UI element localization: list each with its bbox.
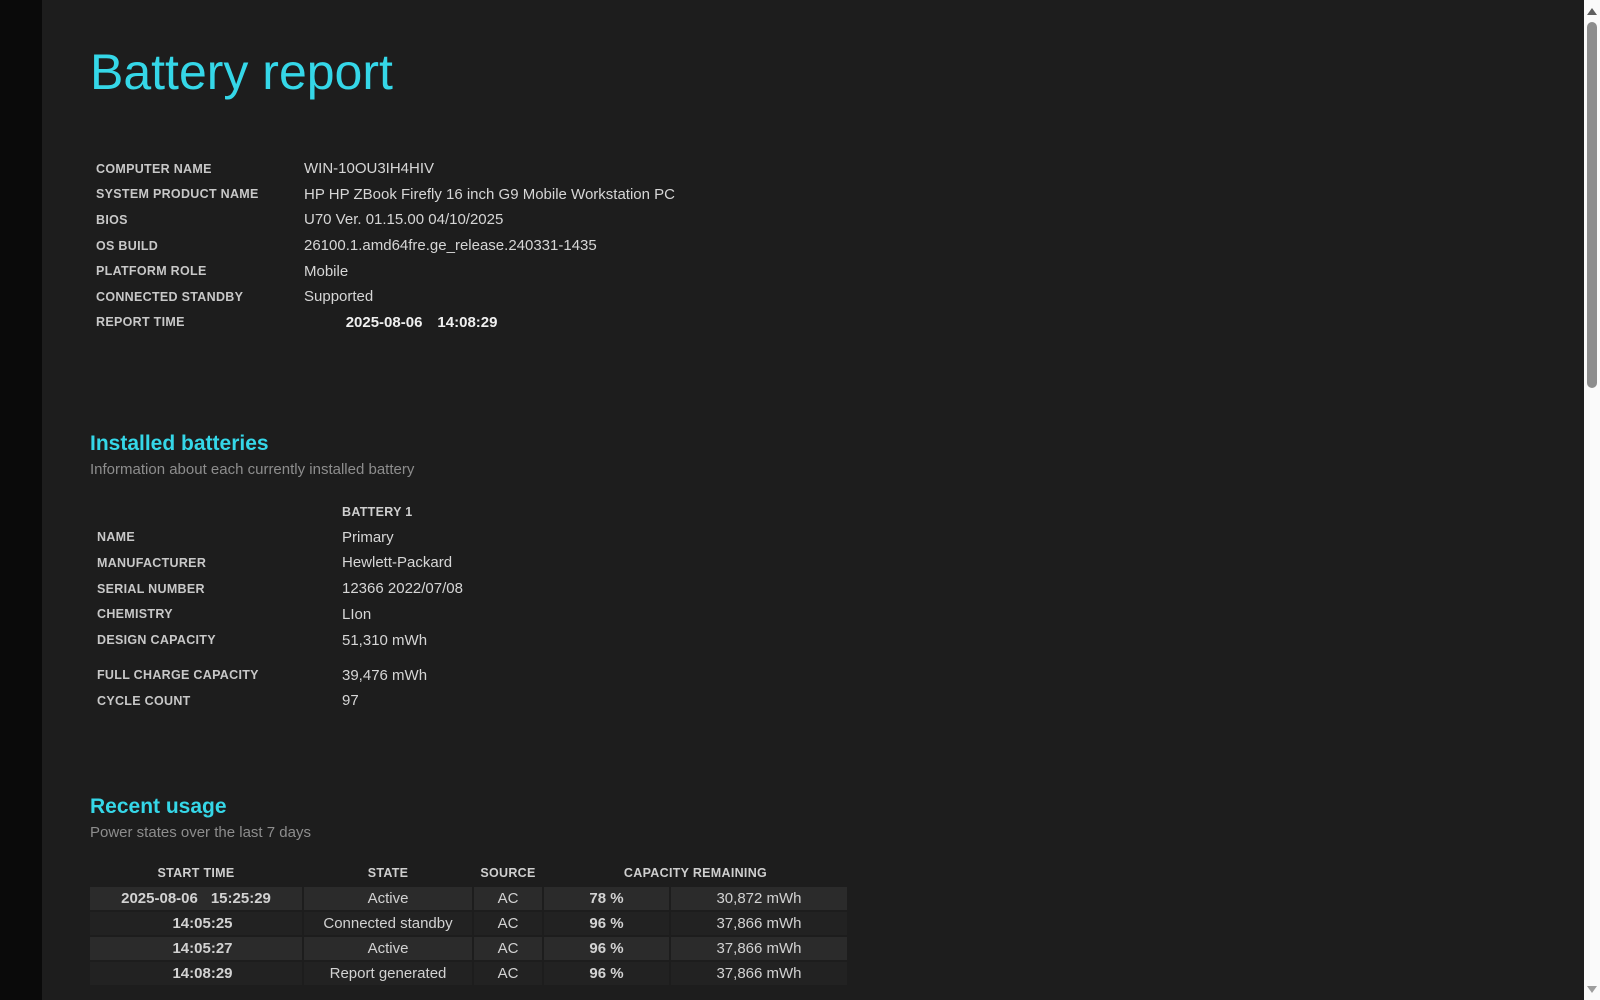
battery-row-serial-number: SERIAL NUMBER 12366 2022/07/08 bbox=[90, 576, 1584, 602]
column-header-capacity-remaining: CAPACITY REMAINING bbox=[544, 861, 847, 885]
cell-date: 2025-08-06 bbox=[121, 890, 198, 907]
table-row: 14:05:27 Active AC 96 % 37,866 mWh bbox=[90, 937, 847, 960]
cell-state: Connected standby bbox=[304, 912, 472, 935]
info-label: OS BUILD bbox=[90, 239, 304, 253]
battery-label: DESIGN CAPACITY bbox=[90, 633, 342, 647]
battery-row-full-charge-capacity: FULL CHARGE CAPACITY 39,476 mWh bbox=[90, 662, 1584, 688]
battery-header-row: BATTERY 1 bbox=[90, 500, 1584, 524]
info-value: Mobile bbox=[304, 263, 348, 280]
battery-value: 39,476 mWh bbox=[342, 667, 427, 684]
installed-batteries-section: Installed batteries Information about ea… bbox=[90, 431, 1584, 714]
cell-percent: 96 % bbox=[544, 912, 669, 935]
recent-usage-heading: Recent usage bbox=[90, 794, 1584, 820]
battery-row-name: NAME Primary bbox=[90, 524, 1584, 550]
battery-row-cycle-count: CYCLE COUNT 97 bbox=[90, 688, 1584, 714]
cell-time: 14:08:29 bbox=[172, 965, 232, 982]
info-value: WIN-10OU3IH4HIV bbox=[304, 160, 434, 177]
battery-value: 12366 2022/07/08 bbox=[342, 580, 463, 597]
battery-row-chemistry: CHEMISTRY LIon bbox=[90, 602, 1584, 628]
report-content: Battery report COMPUTER NAME WIN-10OU3IH… bbox=[42, 42, 1584, 987]
cell-state: Active bbox=[304, 937, 472, 960]
cell-mwh: 37,866 mWh bbox=[671, 962, 847, 985]
battery-label: FULL CHARGE CAPACITY bbox=[90, 668, 342, 682]
chevron-up-icon bbox=[1587, 8, 1597, 15]
table-row: 2025-08-06 15:25:29 Active AC 78 % 30,872… bbox=[90, 887, 847, 910]
scrollbar-thumb[interactable] bbox=[1587, 22, 1597, 388]
info-row-os-build: OS BUILD 26100.1.amd64fre.ge_release.240… bbox=[90, 233, 1584, 259]
cell-time: 15:25:29 bbox=[211, 890, 271, 907]
info-row-computer-name: COMPUTER NAME WIN-10OU3IH4HIV bbox=[90, 156, 1584, 182]
battery-column-header: BATTERY 1 bbox=[342, 505, 413, 519]
battery-row-design-capacity: DESIGN CAPACITY 51,310 mWh bbox=[90, 627, 1584, 653]
table-row: 14:05:25 Connected standby AC 96 % 37,86… bbox=[90, 912, 847, 935]
cell-mwh: 30,872 mWh bbox=[671, 887, 847, 910]
battery-value: LIon bbox=[342, 606, 371, 623]
cell-source: AC bbox=[474, 962, 542, 985]
installed-batteries-heading: Installed batteries bbox=[90, 431, 1584, 457]
cell-time: 14:05:25 bbox=[172, 915, 232, 932]
battery-value: Hewlett-Packard bbox=[342, 554, 452, 571]
info-label: REPORT TIME bbox=[90, 315, 304, 329]
info-label: COMPUTER NAME bbox=[90, 162, 304, 176]
column-header-state: STATE bbox=[304, 861, 472, 885]
info-value: HP HP ZBook Firefly 16 inch G9 Mobile Wo… bbox=[304, 186, 675, 203]
battery-label: SERIAL NUMBER bbox=[90, 582, 342, 596]
info-label: PLATFORM ROLE bbox=[90, 264, 304, 278]
scroll-down-button[interactable] bbox=[1584, 981, 1600, 997]
recent-usage-table: START TIME STATE SOURCE CAPACITY REMAINI… bbox=[88, 859, 849, 987]
battery-label: CYCLE COUNT bbox=[90, 694, 342, 708]
recent-usage-section: Recent usage Power states over the last … bbox=[90, 794, 1584, 987]
table-row: 14:08:29 Report generated AC 96 % 37,866… bbox=[90, 962, 847, 985]
info-row-report-time: REPORT TIME 2025-08-06 14:08:29 bbox=[90, 310, 1584, 336]
cell-time: 14:05:27 bbox=[172, 940, 232, 957]
system-info-table: COMPUTER NAME WIN-10OU3IH4HIV SYSTEM PRO… bbox=[90, 156, 1584, 335]
cell-source: AC bbox=[474, 937, 542, 960]
info-label: BIOS bbox=[90, 213, 304, 227]
cell-mwh: 37,866 mWh bbox=[671, 912, 847, 935]
info-value-report-time: 2025-08-06 14:08:29 bbox=[304, 297, 497, 348]
battery-value: 97 bbox=[342, 692, 359, 709]
installed-batteries-subtitle: Information about each currently install… bbox=[90, 460, 1584, 480]
usage-header-row: START TIME STATE SOURCE CAPACITY REMAINI… bbox=[90, 861, 847, 885]
info-label: CONNECTED STANDBY bbox=[90, 290, 304, 304]
cell-start-time: 14:08:29 bbox=[90, 962, 302, 985]
report-time: 14:08:29 bbox=[437, 314, 497, 331]
battery-info-table: BATTERY 1 NAME Primary MANUFACTURER Hewl… bbox=[90, 500, 1584, 714]
info-value: 26100.1.amd64fre.ge_release.240331-1435 bbox=[304, 237, 597, 254]
info-value: U70 Ver. 01.15.00 04/10/2025 bbox=[304, 211, 503, 228]
vertical-scrollbar[interactable] bbox=[1584, 0, 1600, 1000]
cell-percent: 96 % bbox=[544, 937, 669, 960]
cell-start-time: 14:05:25 bbox=[90, 912, 302, 935]
cell-source: AC bbox=[474, 887, 542, 910]
battery-row-manufacturer: MANUFACTURER Hewlett-Packard bbox=[90, 550, 1584, 576]
cell-start-time: 2025-08-06 15:25:29 bbox=[90, 887, 302, 910]
battery-report-page: Battery report COMPUTER NAME WIN-10OU3IH… bbox=[42, 0, 1584, 1000]
info-row-system-product-name: SYSTEM PRODUCT NAME HP HP ZBook Firefly … bbox=[90, 182, 1584, 208]
battery-value: 51,310 mWh bbox=[342, 632, 427, 649]
recent-usage-subtitle: Power states over the last 7 days bbox=[90, 823, 1584, 843]
chevron-down-icon bbox=[1587, 986, 1597, 993]
column-header-source: SOURCE bbox=[474, 861, 542, 885]
battery-table-gap bbox=[90, 653, 1584, 662]
info-row-platform-role: PLATFORM ROLE Mobile bbox=[90, 258, 1584, 284]
cell-percent: 78 % bbox=[544, 887, 669, 910]
info-row-bios: BIOS U70 Ver. 01.15.00 04/10/2025 bbox=[90, 207, 1584, 233]
battery-label: CHEMISTRY bbox=[90, 607, 342, 621]
cell-mwh: 37,866 mWh bbox=[671, 937, 847, 960]
battery-value: Primary bbox=[342, 529, 394, 546]
page-title: Battery report bbox=[90, 42, 1584, 102]
column-header-start-time: START TIME bbox=[90, 861, 302, 885]
report-date: 2025-08-06 bbox=[346, 314, 423, 331]
info-label: SYSTEM PRODUCT NAME bbox=[90, 187, 304, 201]
cell-state: Report generated bbox=[304, 962, 472, 985]
cell-source: AC bbox=[474, 912, 542, 935]
battery-label: NAME bbox=[90, 530, 342, 544]
cell-start-time: 14:05:27 bbox=[90, 937, 302, 960]
cell-percent: 96 % bbox=[544, 962, 669, 985]
battery-label: MANUFACTURER bbox=[90, 556, 342, 570]
cell-state: Active bbox=[304, 887, 472, 910]
scroll-up-button[interactable] bbox=[1584, 3, 1600, 19]
